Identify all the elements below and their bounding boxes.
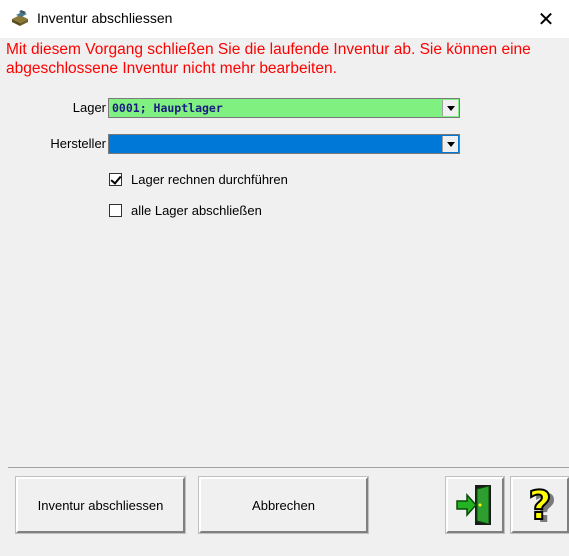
lager-rechnen-checkbox[interactable]: [109, 173, 122, 186]
cancel-button[interactable]: Abbrechen: [198, 476, 369, 534]
checkbox-lager-rechnen[interactable]: Lager rechnen durchführen: [109, 172, 288, 187]
finish-inventory-button[interactable]: Inventur abschliessen: [15, 476, 186, 534]
lager-dropdown-button[interactable]: [442, 100, 458, 116]
close-icon: ✕: [537, 8, 555, 31]
finish-inventory-label: Inventur abschliessen: [37, 497, 164, 513]
exit-button[interactable]: [445, 476, 505, 534]
help-question-icon: ? ?: [527, 482, 556, 528]
checkbox-alle-lager[interactable]: alle Lager abschließen: [109, 203, 262, 218]
lager-rechnen-label: Lager rechnen durchführen: [131, 172, 288, 187]
svg-text:?: ?: [528, 483, 551, 528]
help-button[interactable]: ? ?: [510, 476, 569, 534]
lager-value: 0001; Hauptlager: [112, 101, 223, 115]
warning-message: Mit diesem Vorgang schließen Sie die lau…: [6, 41, 531, 77]
cancel-label: Abbrechen: [252, 497, 315, 513]
lager-select[interactable]: 0001; Hauptlager: [108, 98, 460, 118]
hersteller-select[interactable]: [108, 134, 460, 154]
window-title: Inventur abschliessen: [37, 10, 173, 26]
hersteller-dropdown-button[interactable]: [442, 136, 458, 152]
close-button[interactable]: ✕: [523, 0, 569, 38]
exit-door-icon: [456, 485, 491, 525]
alle-lager-checkbox[interactable]: [109, 204, 122, 217]
inventory-boxes-icon: [12, 10, 28, 26]
title-bar: Inventur abschliessen ✕: [0, 0, 569, 38]
hersteller-label: Hersteller: [50, 136, 106, 151]
chevron-down-icon: [446, 105, 455, 111]
chevron-down-icon: [446, 141, 455, 147]
lager-label: Lager: [72, 100, 106, 115]
alle-lager-label: alle Lager abschließen: [131, 203, 262, 218]
